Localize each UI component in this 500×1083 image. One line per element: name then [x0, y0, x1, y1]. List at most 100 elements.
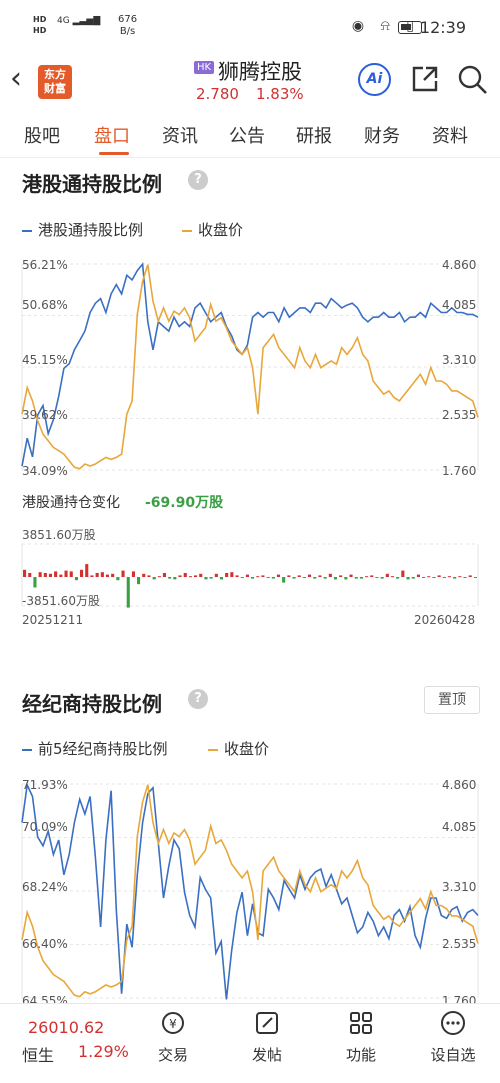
hk-connect-ratio-chart: [21, 262, 479, 471]
bar: [131, 571, 135, 577]
search-icon[interactable]: [457, 64, 489, 96]
bar: [354, 577, 358, 579]
bar-max-label: 3851.60万股: [22, 528, 96, 542]
bar: [74, 577, 78, 581]
y-tick-left: 45.15%: [22, 353, 68, 367]
bar: [90, 575, 94, 577]
bar: [173, 577, 177, 580]
active-tab-indicator: [99, 152, 129, 155]
bar: [157, 576, 161, 578]
network-indicator: HD HD: [33, 15, 47, 35]
legend-price: 收盘价: [182, 219, 243, 240]
bar: [116, 577, 120, 581]
more-icon: [441, 1011, 465, 1035]
tab-pankou[interactable]: 盘口: [94, 122, 130, 148]
y-tick-right: 2.535: [442, 408, 477, 422]
bar: [282, 577, 286, 583]
bar: [23, 569, 27, 577]
end-date: 20260428: [414, 613, 476, 627]
bar: [219, 577, 223, 580]
net-rate: 676 B/s: [118, 14, 138, 37]
trade-icon: ¥: [162, 1012, 184, 1034]
y-tick-right: 1.760: [442, 464, 477, 478]
hsi-name[interactable]: 恒生: [22, 1042, 54, 1066]
tab-announcements[interactable]: 公告: [229, 122, 265, 148]
bar: [168, 577, 172, 579]
bar: [261, 575, 265, 577]
bar: [308, 574, 312, 577]
legend-broker-ratio: 前5经纪商持股比例: [22, 738, 168, 759]
tab-profile[interactable]: 资料: [432, 122, 468, 148]
holding-change-label: 港股通持仓变化: [22, 495, 120, 511]
bar: [447, 576, 451, 578]
stock-price: 2.780: [196, 85, 239, 103]
bar: [245, 574, 249, 577]
bar: [209, 577, 213, 579]
clock: 12:39: [419, 18, 466, 37]
bar: [313, 577, 317, 579]
y-tick-right: 2.535: [442, 937, 477, 951]
bar: [390, 576, 394, 578]
back-icon[interactable]: ‹: [10, 64, 22, 94]
legend-ratio: 港股通持股比例: [22, 219, 143, 240]
y-tick-left: 39.62%: [22, 408, 68, 422]
bar: [240, 577, 244, 578]
bar: [463, 577, 467, 578]
tab-research[interactable]: 研报: [296, 122, 332, 148]
section-title-hk-connect: 港股通持股比例: [22, 172, 162, 196]
tab-bar: 股吧 盘口 资讯 公告 研报 财务 资料: [0, 112, 500, 158]
bar: [411, 577, 415, 579]
bar: [95, 573, 99, 577]
bar: [256, 576, 260, 578]
bar: [318, 575, 322, 577]
share-icon[interactable]: [410, 64, 440, 94]
y-tick-left: 56.21%: [22, 258, 68, 272]
bar: [458, 576, 462, 578]
svg-text:¥: ¥: [169, 1017, 177, 1031]
series-line-ratio: [21, 782, 479, 1000]
bar: [64, 570, 68, 577]
tab-finance[interactable]: 财务: [364, 122, 400, 148]
help-icon[interactable]: ?: [188, 170, 208, 190]
ai-assistant-button[interactable]: Ai: [358, 63, 391, 96]
bar: [48, 573, 52, 577]
bar: [137, 577, 141, 585]
bar: [33, 577, 37, 588]
y-tick-right: 4.085: [442, 298, 477, 312]
bar: [287, 575, 291, 577]
bar: [100, 572, 104, 577]
bar: [38, 572, 42, 577]
y-tick-right: 3.310: [442, 880, 477, 894]
grid: [21, 783, 479, 999]
bar: [323, 577, 327, 579]
bar: [453, 577, 457, 579]
y-tick-left: 70.09%: [22, 820, 68, 834]
y-tick-right: 3.310: [442, 353, 477, 367]
broker-ratio-chart: [21, 782, 479, 1000]
status-bar: HD HD 4G ▂▃▅▇ 676 B/s ◉ ⍾ ▯ 12:39: [0, 0, 500, 56]
tab-guba[interactable]: 股吧: [24, 122, 60, 148]
bar: [473, 577, 477, 578]
bar: [111, 573, 115, 577]
bar: [183, 573, 187, 577]
bar: [147, 575, 151, 577]
bar: [297, 575, 301, 577]
tab-news[interactable]: 资讯: [162, 122, 198, 148]
bar: [437, 575, 441, 577]
section-title-broker: 经纪商持股比例: [22, 692, 162, 716]
help-icon[interactable]: ?: [188, 689, 208, 709]
bar: [28, 573, 32, 577]
hsi-value[interactable]: 26010.62: [28, 1018, 104, 1037]
y-tick-left: 34.09%: [22, 464, 68, 478]
bar: [162, 573, 166, 577]
bar: [416, 574, 420, 577]
holding-change-value: -69.90万股: [145, 495, 224, 511]
pin-to-top-button[interactable]: 置顶: [424, 686, 480, 714]
bar: [121, 570, 125, 577]
bar: [328, 573, 332, 577]
bar: [375, 577, 379, 578]
market-badge: HK: [194, 61, 215, 74]
hsi-change-pct[interactable]: 1.29%: [78, 1042, 129, 1061]
bar: [43, 573, 47, 577]
app-header: ‹ 东方 财富 HK 狮腾控股 2.780 1.83% Ai: [0, 56, 500, 112]
